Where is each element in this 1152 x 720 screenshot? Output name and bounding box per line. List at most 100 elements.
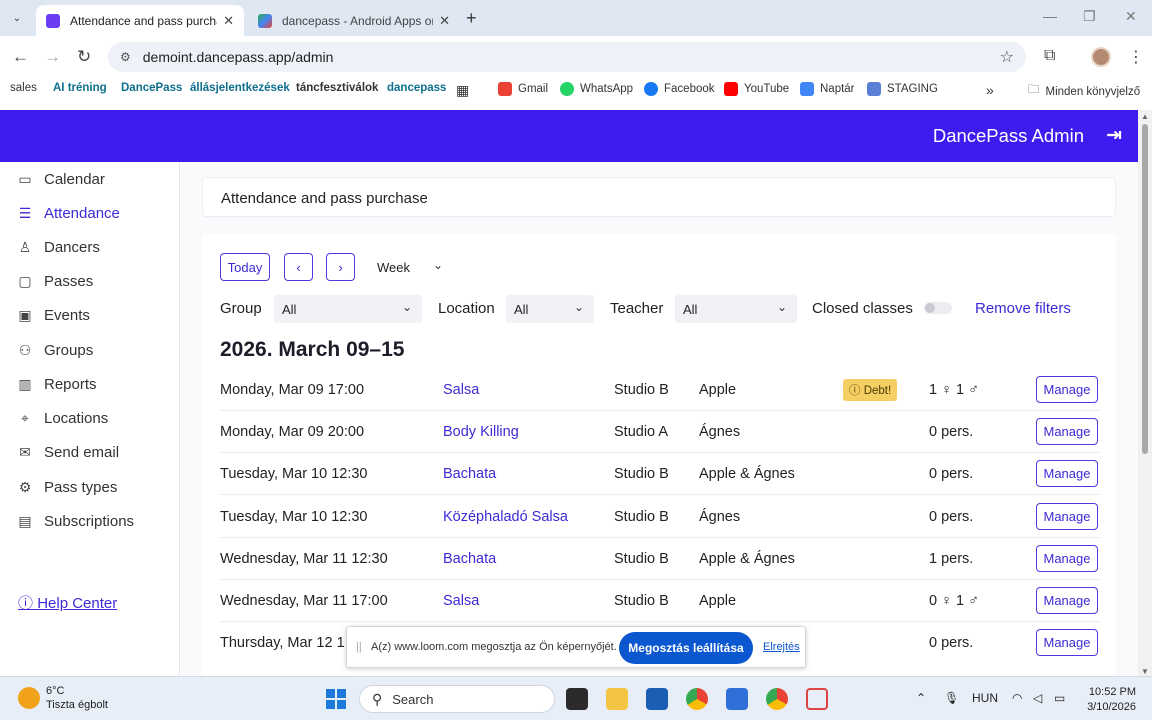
new-tab-plus-icon[interactable]: + (466, 8, 477, 29)
file-explorer-icon[interactable] (606, 688, 628, 710)
taskbar-search[interactable]: ⚲ Search (359, 685, 555, 713)
back-arrow-icon[interactable]: ← (12, 47, 29, 67)
battery-icon[interactable]: ▭ (1054, 691, 1065, 705)
reload-icon[interactable]: ↻ (77, 47, 91, 67)
sidebar-item-dancers[interactable]: ♙ Dancers (16, 239, 100, 256)
next-week-button[interactable]: › (326, 253, 355, 281)
all-bookmarks-folder[interactable]: 🗀 Minden könyvjelző (1028, 82, 1140, 101)
manage-button[interactable]: Manage (1036, 460, 1098, 487)
windows-start-icon[interactable] (326, 689, 346, 709)
bookmark-gmail[interactable]: Gmail (498, 82, 548, 96)
ticket-icon: ▢ (18, 273, 32, 289)
snipping-tool-icon[interactable] (806, 688, 828, 710)
volume-icon[interactable]: ◁ (1033, 691, 1042, 705)
sidebar-item-reports[interactable]: ▥ Reports (16, 376, 96, 393)
closed-classes-toggle[interactable] (924, 302, 952, 314)
microphone-icon[interactable]: 🎙 (944, 691, 959, 705)
scrollbar-thumb[interactable] (1142, 124, 1148, 454)
manage-button[interactable]: Manage (1036, 545, 1098, 572)
bookmark-whatsapp[interactable]: WhatsApp (560, 82, 633, 96)
bookmark-dancepass[interactable]: DancePass (121, 82, 182, 94)
profile-avatar[interactable] (1091, 47, 1111, 67)
close-icon[interactable]: ✕ (223, 13, 234, 29)
apps-grid-icon[interactable]: ▦ (456, 82, 469, 99)
previous-week-button[interactable]: ‹ (284, 253, 313, 281)
bookmark-dancepass-2[interactable]: dancepass (387, 82, 446, 94)
class-name-link[interactable]: Salsa (443, 593, 479, 609)
store-icon[interactable] (646, 688, 668, 710)
sidebar-item-subscriptions[interactable]: ▤ Subscriptions (16, 513, 134, 530)
wifi-icon[interactable]: ◠ (1012, 691, 1022, 705)
window-close-icon[interactable]: ✕ (1125, 8, 1137, 25)
table-row: Wednesday, Mar 11 12:30 Bachata Studio B… (220, 538, 1100, 580)
view-select[interactable]: Week ⌄ (369, 253, 453, 281)
url-bar[interactable]: ⚙ demoint.dancepass.app/admin ☆ (108, 42, 1026, 72)
class-name-link[interactable]: Body Killing (443, 424, 519, 440)
sidebar-item-passes[interactable]: ▢ Passes (16, 273, 93, 290)
logout-icon[interactable]: ⇥ (1106, 124, 1122, 147)
gmail-icon (498, 82, 512, 96)
browser-menu-icon[interactable]: ⋮ (1128, 47, 1144, 67)
more-bookmarks-chevron-icon[interactable]: » (986, 82, 994, 98)
language-indicator[interactable]: HUN (972, 691, 998, 705)
class-name-link[interactable]: Középhaladó Salsa (443, 509, 568, 525)
site-settings-icon[interactable]: ⚙ (120, 50, 131, 64)
weather-widget[interactable]: 6°C Tiszta égbolt (18, 684, 108, 712)
bookmark-ai-trening[interactable]: AI tréning (53, 82, 107, 94)
search-icon: ⚲ (372, 690, 383, 707)
bookmark-star-icon[interactable]: ☆ (1000, 47, 1014, 67)
class-name-link[interactable]: Salsa (443, 382, 479, 398)
scroll-up-arrow-icon[interactable]: ▲ (1141, 112, 1149, 121)
page-scrollbar[interactable]: ▲ ▼ (1138, 110, 1152, 676)
manage-button[interactable]: Manage (1036, 376, 1098, 403)
notepad-icon[interactable] (726, 688, 748, 710)
manage-button[interactable]: Manage (1036, 629, 1098, 656)
chrome-icon[interactable] (686, 688, 708, 710)
sidebar-item-attendance[interactable]: ☰ Attendance (16, 205, 120, 222)
sidebar-item-send-email[interactable]: ✉ Send email (16, 444, 119, 461)
bookmark-naptar[interactable]: Naptár (800, 82, 855, 96)
bookmark-facebook[interactable]: Facebook (644, 82, 715, 96)
gear-icon: ⚙ (18, 479, 32, 495)
hide-link[interactable]: Elrejtés (763, 641, 800, 653)
class-name-link[interactable]: Bachata (443, 466, 496, 482)
tab-google-play[interactable]: dancepass - Android Apps on G ✕ (248, 5, 460, 36)
extensions-icon[interactable]: ⧉ (1044, 47, 1055, 65)
help-center-link[interactable]: ⓘ Help Center (18, 592, 117, 613)
restore-icon[interactable]: ❐ (1083, 8, 1096, 25)
drag-handle-icon[interactable]: || (356, 641, 362, 653)
today-button[interactable]: Today (220, 253, 270, 281)
sidebar-item-locations[interactable]: ⌖ Locations (16, 410, 108, 427)
tab-search-icon[interactable]: ⌄ (8, 9, 26, 27)
location-filter-select[interactable]: All ⌄ (506, 295, 594, 323)
bookmark-allasjelentkezesek[interactable]: állásjelentkezések (190, 82, 290, 94)
chrome-profile-icon[interactable] (766, 688, 788, 710)
task-view-icon[interactable] (566, 688, 588, 710)
sidebar-item-pass-types[interactable]: ⚙ Pass types (16, 479, 118, 496)
remove-filters-link[interactable]: Remove filters (975, 300, 1071, 317)
close-icon[interactable]: ✕ (439, 13, 450, 29)
bookmark-tancfesztivalok[interactable]: táncfesztiválok (296, 82, 378, 94)
class-name-link[interactable]: Bachata (443, 551, 496, 567)
stop-sharing-button[interactable]: Megosztás leállítása (619, 632, 753, 664)
class-teacher: Ágnes (699, 509, 741, 525)
teacher-filter-select[interactable]: All ⌄ (675, 295, 797, 323)
scroll-down-arrow-icon[interactable]: ▼ (1141, 667, 1149, 676)
sidebar-item-events[interactable]: ▣ Events (16, 307, 89, 324)
group-filter-select[interactable]: All ⌄ (274, 295, 422, 323)
table-row: Tuesday, Mar 10 12:30 Bachata Studio B A… (220, 453, 1100, 495)
bookmark-staging[interactable]: STAGING (867, 82, 938, 96)
tray-chevron-up-icon[interactable]: ⌃ (916, 691, 926, 705)
manage-button[interactable]: Manage (1036, 503, 1098, 530)
address-toolbar: ← → ↻ ⚙ demoint.dancepass.app/admin ☆ ⧉ … (0, 36, 1152, 78)
forward-arrow-icon[interactable]: → (44, 47, 61, 67)
system-clock[interactable]: 10:52 PM 3/10/2026 (1084, 685, 1136, 715)
bookmark-sales[interactable]: sales (10, 82, 37, 94)
manage-button[interactable]: Manage (1036, 587, 1098, 614)
sidebar-item-groups[interactable]: ⚇ Groups (16, 342, 93, 359)
tab-attendance[interactable]: Attendance and pass purchase | ✕ (36, 5, 244, 36)
minimize-icon[interactable]: — (1043, 8, 1057, 24)
bookmark-youtube[interactable]: YouTube (724, 82, 789, 96)
sidebar-item-calendar[interactable]: ▭ Calendar (16, 171, 105, 188)
manage-button[interactable]: Manage (1036, 418, 1098, 445)
